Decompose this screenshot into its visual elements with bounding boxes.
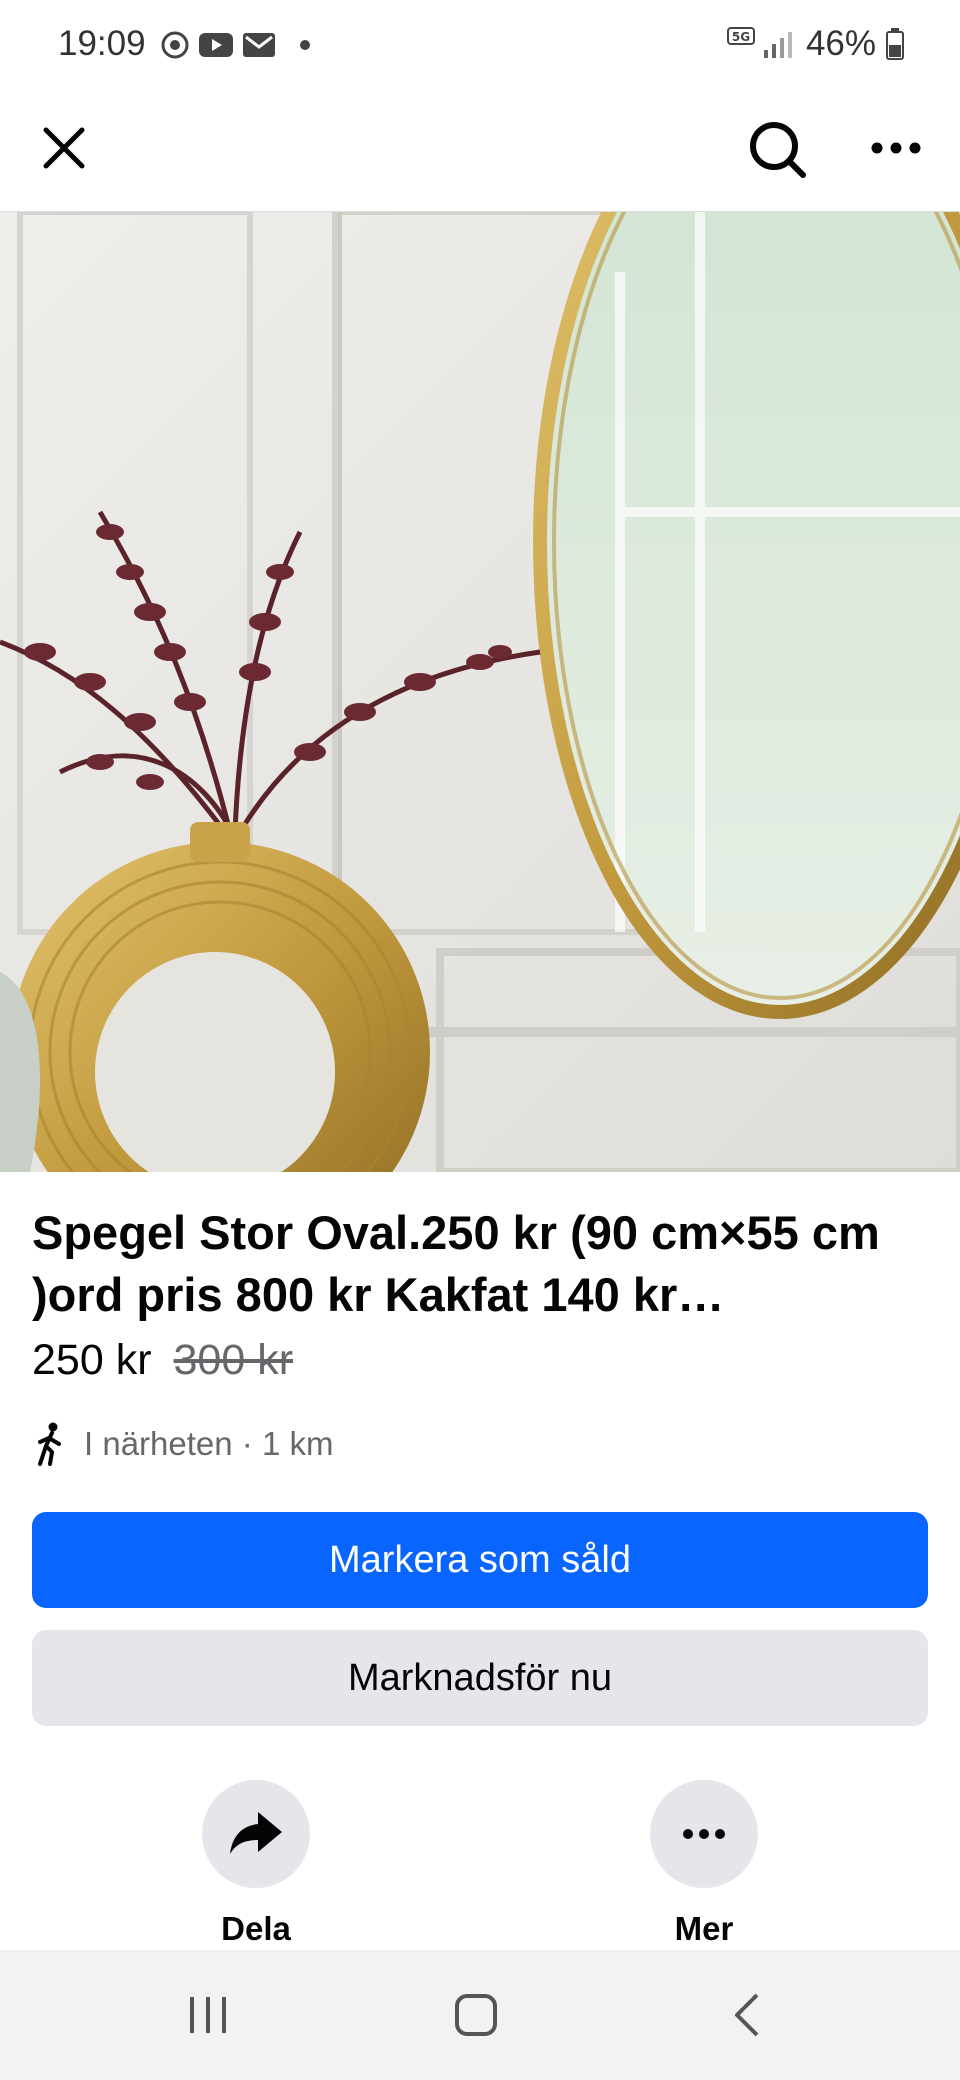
search-button[interactable]: [742, 114, 814, 186]
close-button[interactable]: [30, 114, 98, 182]
more-action[interactable]: Mer: [624, 1780, 784, 1948]
more-horizontal-icon: [683, 1829, 725, 1839]
status-bar: 19:09 5G 46%: [0, 0, 960, 92]
chrome-icon: [161, 31, 189, 59]
more-horizontal-icon: [871, 142, 921, 154]
price-row: 250 kr 300 kr: [32, 1336, 293, 1385]
promote-now-button[interactable]: Marknadsför nu: [32, 1630, 928, 1726]
recent-apps-button[interactable]: [158, 1980, 258, 2050]
share-label: Dela: [221, 1910, 291, 1947]
mark-as-sold-button[interactable]: Markera som såld: [32, 1512, 928, 1608]
status-time: 19:09: [58, 24, 146, 63]
close-icon: [43, 127, 85, 169]
back-chevron-icon: [735, 1993, 759, 2037]
listing-original-price: 300 kr: [173, 1336, 294, 1384]
svg-text:5G: 5G: [732, 30, 750, 44]
listing-price: 250 kr: [32, 1336, 152, 1384]
battery-percent: 46%: [805, 24, 876, 63]
listing-title: Spegel Stor Oval.250 kr (90 cm×55 cm )or…: [32, 1206, 880, 1321]
status-system-icons: 5G 46%: [726, 24, 904, 64]
more-options-button[interactable]: [862, 114, 930, 182]
back-button[interactable]: [696, 1980, 796, 2050]
share-button[interactable]: [202, 1780, 310, 1888]
status-notification-icons: [160, 30, 276, 60]
top-app-bar: [0, 92, 960, 212]
more-label: Mer: [674, 1910, 734, 1947]
home-button[interactable]: [426, 1980, 526, 2050]
battery-icon: [886, 28, 904, 60]
share-action[interactable]: Dela: [176, 1780, 336, 1948]
listing-photo-image: [0, 212, 960, 1172]
listing-photo[interactable]: [0, 212, 960, 1172]
home-icon: [455, 1994, 497, 2036]
more-button[interactable]: [650, 1780, 758, 1888]
search-icon: [750, 122, 806, 178]
recent-apps-icon: [190, 1997, 226, 2033]
youtube-icon: [199, 33, 233, 57]
5g-signal-icon: 5G: [726, 27, 792, 58]
location-text: I närheten · 1 km: [84, 1425, 334, 1462]
share-arrow-icon: [230, 1812, 282, 1854]
mail-icon: [243, 33, 275, 57]
notification-dot: [300, 40, 310, 50]
location-row: I närheten · 1 km: [32, 1422, 333, 1466]
system-navigation-bar: [0, 1950, 960, 2080]
walking-person-icon: [38, 1422, 61, 1466]
